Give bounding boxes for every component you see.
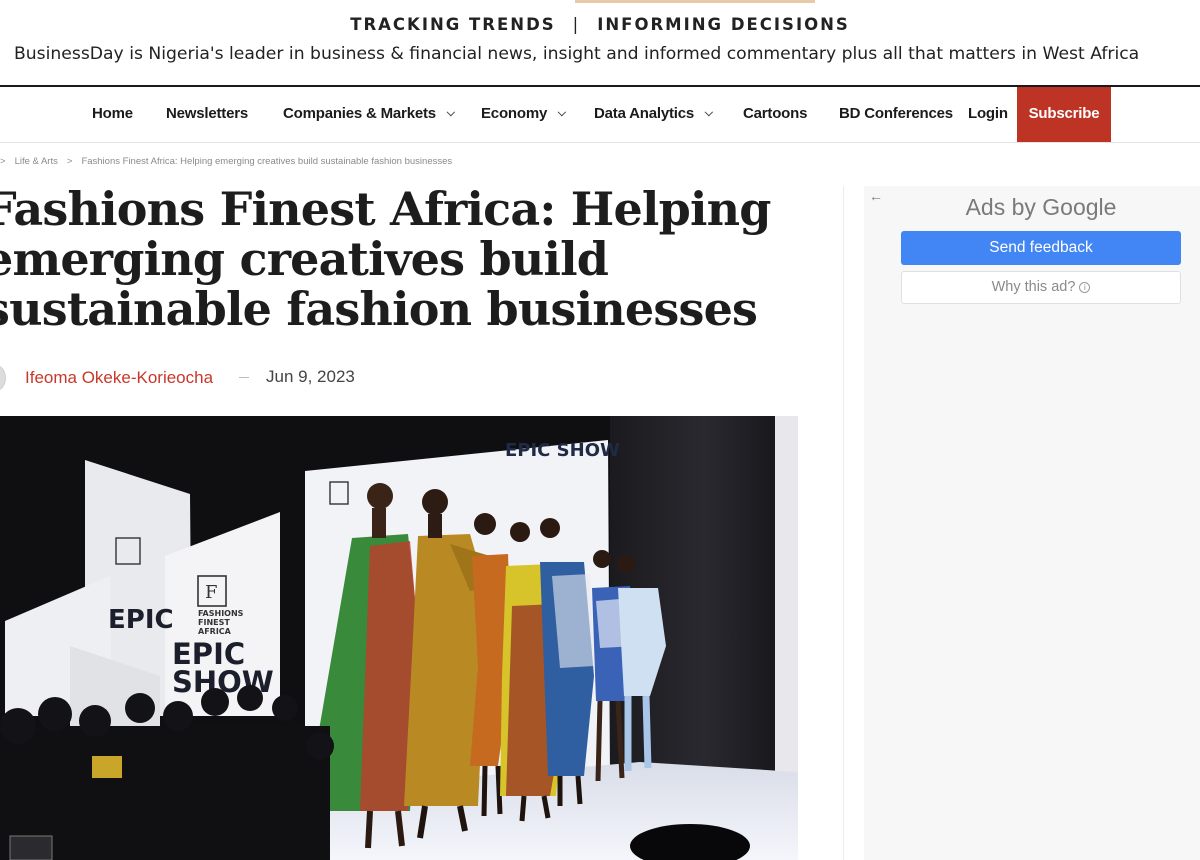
tagline-left: TRACKING TRENDS [350, 15, 556, 34]
audience [0, 685, 334, 860]
nav-companies-markets-label: Companies & Markets [283, 105, 436, 122]
login-link[interactable]: Login [968, 87, 1008, 142]
panel-epic: EPIC [108, 605, 174, 635]
panel-brand-1: FASHIONS [198, 609, 244, 618]
main-navigation: Home Newsletters Companies & Markets Eco… [0, 87, 1200, 142]
runway-photo: EPIC SHOW F FASHIONS FINEST AFRICA EPIC … [0, 416, 798, 860]
content-divider [843, 186, 844, 860]
stage-sign: EPIC SHOW [505, 440, 620, 461]
breadcrumb-separator: > [66, 156, 73, 167]
nav-cartoons-label: Cartoons [743, 105, 808, 122]
nav-data-analytics[interactable]: Data Analytics [594, 87, 714, 142]
nav-companies-markets[interactable]: Companies & Markets [283, 87, 455, 142]
subscribe-label: Subscribe [1028, 105, 1100, 122]
breadcrumb-section[interactable]: Life & Arts [15, 156, 58, 167]
site-description: BusinessDay is Nigeria's leader in busin… [14, 44, 1140, 64]
nav-newsletters[interactable]: Newsletters [166, 87, 248, 142]
article-title: Fashions Finest Africa: Helping emerging… [0, 184, 834, 334]
chevron-down-icon [704, 107, 714, 117]
author-link[interactable]: Ifeoma Okeke-Korieocha [25, 368, 213, 388]
tagline-right: INFORMING DECISIONS [597, 15, 850, 34]
why-this-ad-label: Why this ad? [991, 279, 1076, 295]
send-feedback-label: Send feedback [989, 239, 1093, 256]
top-accent-line [575, 0, 815, 3]
nav-home-label: Home [92, 105, 133, 122]
author-avatar[interactable] [0, 365, 6, 391]
publish-date: Jun 9, 2023 [266, 367, 355, 386]
article-title-line: emerging creatives build [0, 232, 609, 286]
tagline-separator: | [572, 15, 581, 34]
breadcrumb: > Life & Arts > Fashions Finest Africa: Hel… [0, 156, 461, 167]
nav-home[interactable]: Home [92, 87, 133, 142]
back-arrow-icon[interactable]: ← [869, 188, 883, 204]
send-feedback-button[interactable]: Send feedback [901, 231, 1181, 265]
nav-newsletters-label: Newsletters [166, 105, 249, 122]
nav-data-analytics-label: Data Analytics [594, 105, 695, 122]
article-hero-image: EPIC SHOW F FASHIONS FINEST AFRICA EPIC … [0, 416, 798, 860]
login-label: Login [968, 105, 1008, 122]
nav-economy-label: Economy [481, 105, 548, 122]
stage-column [775, 416, 798, 776]
nav-cartoons[interactable]: Cartoons [743, 87, 807, 142]
meta-separator [239, 377, 249, 378]
why-this-ad-button[interactable]: Why this ad? i [901, 271, 1181, 304]
nav-economy[interactable]: Economy [481, 87, 567, 142]
nav-divider [0, 142, 1200, 143]
panel-brand-3: AFRICA [198, 627, 232, 636]
chevron-down-icon [446, 107, 455, 117]
breadcrumb-separator: > [0, 156, 6, 167]
subscribe-button[interactable]: Subscribe [1017, 87, 1111, 142]
chevron-down-icon [557, 107, 567, 117]
panel-logo: F [205, 582, 218, 603]
article-title-line: Fashions Finest Africa: Helping [0, 182, 771, 236]
nav-bd-conferences[interactable]: BD Conferences [839, 87, 953, 142]
site-tagline: TRACKING TRENDS | INFORMING DECISIONS [0, 15, 1200, 34]
info-icon: i [1079, 282, 1091, 293]
nav-bd-conferences-label: BD Conferences [839, 105, 953, 122]
panel-brand-2: FINEST [198, 618, 230, 627]
article-title-line: sustainable fashion businesses [0, 282, 758, 336]
breadcrumb-current: Fashions Finest Africa: Helping emerging… [81, 156, 453, 167]
ads-by-google-label: Ads by Google [965, 194, 1117, 220]
